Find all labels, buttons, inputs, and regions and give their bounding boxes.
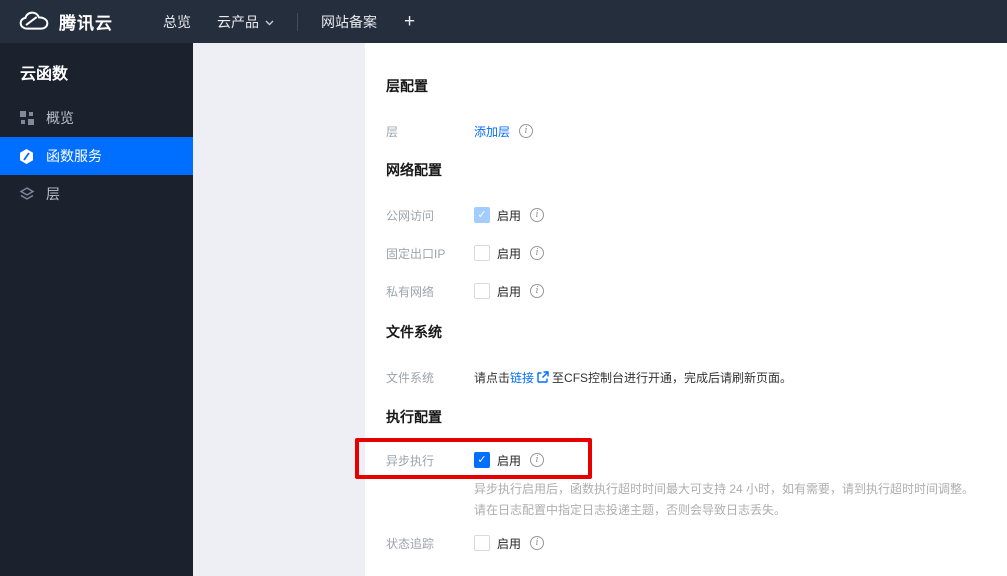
enable-label: 启用 [497,284,522,299]
file-system-hint: 请点击链接 至CFS控制台进行开通，完成后请刷新页面。 [474,370,793,385]
file-system-label: 文件系统 [386,370,435,385]
sidebar-title: 云函数 [20,66,69,83]
status-tracking-label: 状态追踪 [386,536,435,551]
enable-label: 启用 [497,453,522,468]
topnav: 总览 云产品 网站备案 + [150,0,429,43]
nav-overview[interactable]: 总览 [150,0,204,43]
section-heading-file-system: 文件系统 [386,324,442,340]
status-tracking-checkbox[interactable] [474,535,490,551]
function-config-panel: 层配置 层 添加层 i 网络配置 公网访问 ✓ 启用 i 固定出口IP 启用 i… [365,43,1007,576]
sidebar-item-label: 层 [46,186,60,202]
fixed-egress-ip-row: 固定出口IP 启用 i [386,234,1007,272]
brand-name: 腾讯云 [59,14,113,33]
add-layer-link[interactable]: 添加层 [474,123,510,140]
private-network-label: 私有网络 [386,284,435,299]
scf-hexagon-icon [18,148,35,165]
check-icon: ✓ [477,208,487,221]
enable-label: 启用 [497,246,522,261]
enable-label: 启用 [497,536,522,551]
helper-line-1: 异步执行启用后，函数执行超时时间最大可支持 24 小时，如有需要，请到执行超时时… [474,482,975,496]
sidebar-item-label: 函数服务 [46,148,102,164]
sidebar-item-function-service[interactable]: 函数服务 [0,137,193,175]
layer-row: 层 添加层 i [386,112,1007,150]
private-network-checkbox[interactable] [474,283,490,299]
chevron-down-icon [265,20,274,25]
nav-separator [297,12,298,31]
fixed-egress-ip-label: 固定出口IP [386,246,446,261]
async-execution-checkbox[interactable]: ✓ [474,452,490,468]
fixed-egress-ip-checkbox[interactable] [474,245,490,261]
nav-cloud-products[interactable]: 云产品 [204,0,287,43]
info-icon[interactable]: i [530,246,545,260]
topbar: 腾讯云 总览 云产品 网站备案 + [0,0,1007,43]
file-system-row: 文件系统 请点击链接 至CFS控制台进行开通，完成后请刷新页面。 [386,358,1007,396]
cfs-console-link[interactable]: 链接 [510,371,534,385]
info-icon[interactable]: i [530,284,545,298]
nav-add-tab-button[interactable]: + [390,11,429,33]
enable-label: 启用 [497,208,522,223]
info-icon[interactable]: i [519,124,534,138]
layer-label: 层 [386,124,399,139]
external-link-icon [537,370,549,383]
section-heading-execution-config: 执行配置 [386,409,442,425]
section-heading-network-config: 网络配置 [386,162,442,178]
public-network-checkbox[interactable]: ✓ [474,207,490,223]
tencent-cloud-logo-icon [19,11,49,30]
info-icon[interactable]: i [530,208,545,222]
grid-overview-icon [18,110,35,127]
sidebar-item-layer[interactable]: 层 [0,175,193,213]
section-heading-layer-config: 层配置 [386,78,428,94]
private-network-row: 私有网络 启用 i [386,272,1007,310]
helper-line-2: 请在日志配置中指定日志投递主题，否则会导致日志丢失。 [474,503,787,517]
public-network-label: 公网访问 [386,208,435,223]
sidebar-item-label: 概览 [46,110,74,126]
async-execution-helper-text: 异步执行启用后，函数执行超时时间最大可支持 24 小时，如有需要，请到执行超时时… [474,479,1007,521]
check-icon: ✓ [477,453,487,466]
layers-icon [18,186,35,203]
info-icon[interactable]: i [530,536,545,550]
async-execution-label: 异步执行 [386,453,435,468]
status-tracking-row: 状态追踪 启用 i [386,524,1007,562]
async-execution-row: 异步执行 ✓ 启用 i [386,441,1007,479]
info-icon[interactable]: i [530,453,545,467]
collapsed-subpanel [193,43,365,576]
public-network-row: 公网访问 ✓ 启用 i [386,196,1007,234]
sidebar: 云函数 概览 函数服务 层 [0,43,193,576]
nav-website-icp[interactable]: 网站备案 [308,0,390,43]
sidebar-item-overview[interactable]: 概览 [0,99,193,137]
brand[interactable]: 腾讯云 [0,9,113,34]
